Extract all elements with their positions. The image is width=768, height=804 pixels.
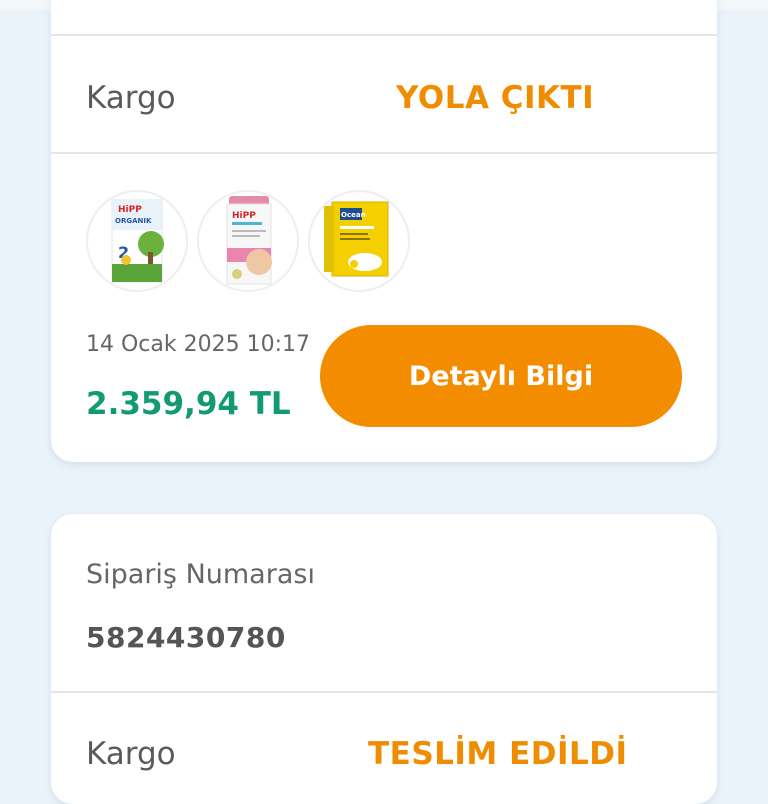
order-number: 5824430780 [86, 621, 286, 654]
order-date: 14 Ocak 2025 10:17 [86, 332, 310, 357]
order-total: 2.359,94 TL [86, 386, 291, 422]
order-number-label: Sipariş Numarası [86, 559, 315, 590]
divider [51, 691, 717, 693]
product-thumbnail[interactable]: HiPP [197, 190, 299, 292]
divider [51, 34, 717, 36]
ocean-vitamin-d-box-icon: Ocean [324, 201, 389, 277]
svg-text:Ocean: Ocean [341, 211, 366, 219]
hipp-organik-formula-box-icon: HiPP ORGANIK 2 [111, 199, 164, 283]
cargo-status: YOLA ÇIKTI [396, 80, 595, 116]
product-thumbnail[interactable]: HiPP ORGANIK 2 [86, 190, 188, 292]
svg-text:HiPP: HiPP [118, 205, 142, 215]
cargo-label: Kargo [86, 80, 176, 116]
cargo-label: Kargo [86, 736, 176, 772]
product-thumbnail[interactable]: Ocean [308, 190, 410, 292]
svg-text:ORGANIK: ORGANIK [115, 217, 152, 225]
svg-text:HiPP: HiPP [232, 211, 256, 221]
divider [51, 152, 717, 154]
cargo-status: TESLİM EDİLDİ [368, 736, 628, 772]
hipp-tea-canister-icon: HiPP [226, 196, 272, 285]
order-card: Sipariş Numarası 5824430780 Kargo TESLİM… [51, 514, 717, 804]
details-button[interactable]: Detaylı Bilgi [320, 325, 682, 427]
order-card: Kargo YOLA ÇIKTI HiPP ORGANIK 2 HiPP Oce… [51, 0, 717, 462]
